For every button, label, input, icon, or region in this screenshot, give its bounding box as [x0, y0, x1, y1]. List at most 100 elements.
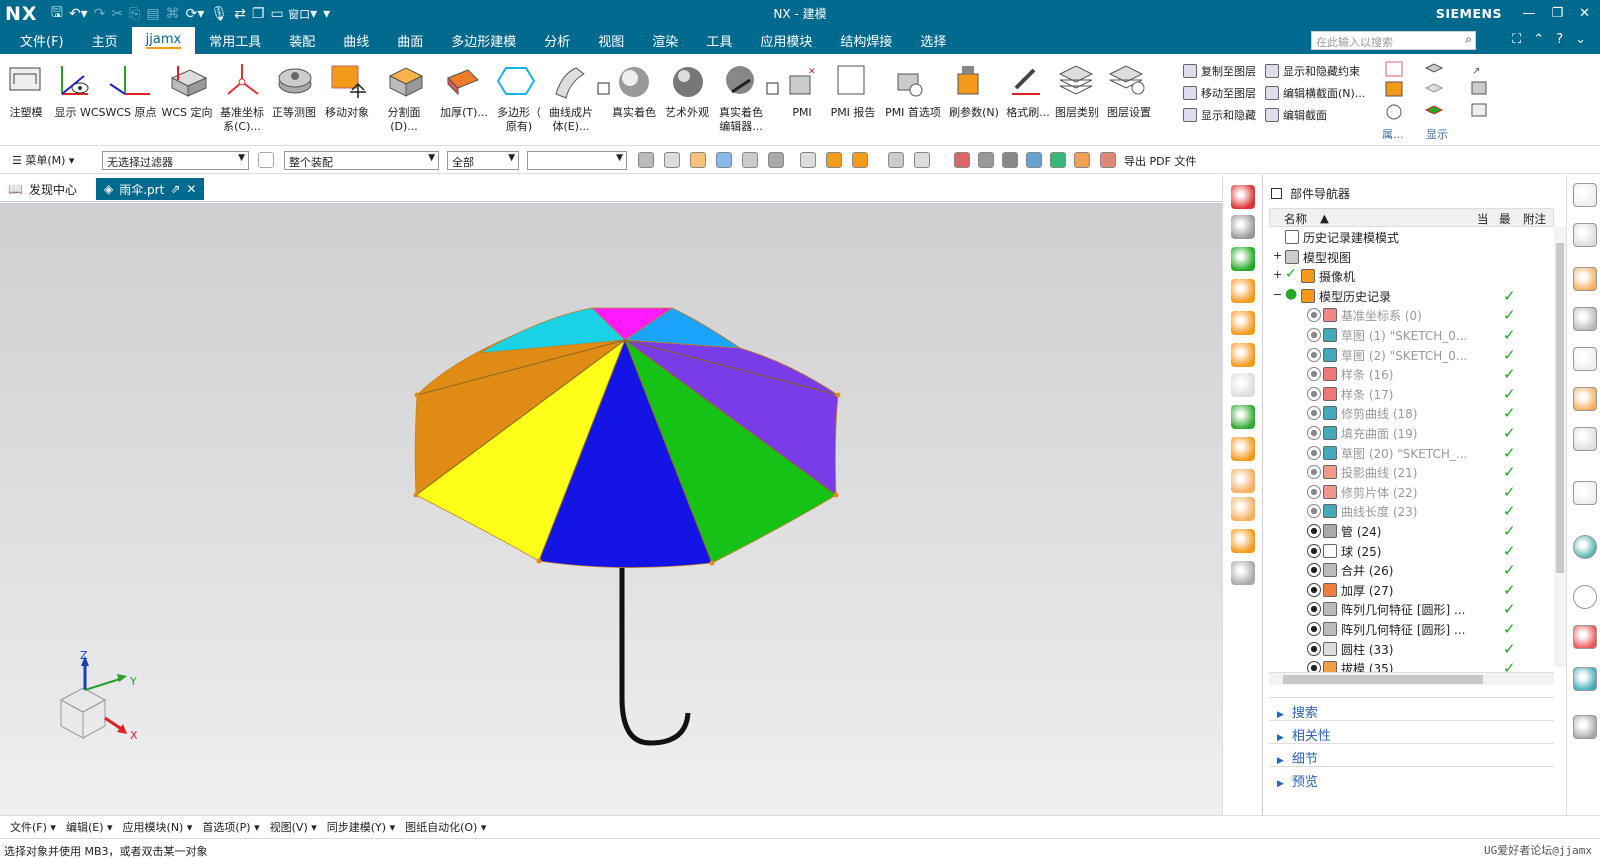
window-menu[interactable]: ▭ 窗口▾: [270, 6, 317, 22]
bottom-menu-3[interactable]: 首选项(P) ▾: [202, 819, 259, 835]
small-button-layer-1[interactable]: 移动至图层: [1183, 82, 1256, 104]
navigator-vertical-scrollbar[interactable]: [1554, 227, 1566, 667]
analysis-tool-icon-8[interactable]: [1231, 437, 1255, 461]
assembly-navigator-icon[interactable]: [1573, 223, 1597, 247]
repeat-command-icon[interactable]: ⟳▾: [186, 6, 205, 22]
minimize-icon[interactable]: —: [1522, 6, 1535, 21]
menu-item-1[interactable]: 主页: [78, 27, 132, 54]
small-button-layer-0[interactable]: 复制至图层: [1183, 60, 1256, 82]
expand-toggle-icon[interactable]: +: [1273, 268, 1282, 281]
menu-item-3[interactable]: 常用工具: [195, 27, 275, 54]
selection-tool-icon-1[interactable]: [664, 152, 680, 168]
help-icon[interactable]: ?: [1556, 32, 1563, 47]
column-latest[interactable]: 最: [1499, 211, 1511, 227]
analysis-tool-icon-5[interactable]: [1231, 343, 1255, 367]
bottom-menu-0[interactable]: 文件(F) ▾: [10, 819, 56, 835]
visibility-eye-icon[interactable]: [1307, 622, 1321, 636]
small-button-section-0[interactable]: 显示和隐藏约束: [1265, 60, 1365, 82]
visibility-eye-icon[interactable]: [1307, 445, 1321, 460]
bottom-menu-1[interactable]: 编辑(E) ▾: [66, 819, 113, 835]
menu-item-14[interactable]: 选择: [906, 27, 960, 54]
ribbon-button-9[interactable]: 多边形（ 原有): [494, 106, 544, 134]
redo-icon[interactable]: ↷: [94, 6, 106, 22]
ribbon-button-14[interactable]: PMI: [780, 106, 824, 120]
ribbon-button-1[interactable]: 显示 WCS: [54, 106, 106, 120]
tree-row[interactable]: + ✓ 摄像机: [1269, 266, 1554, 286]
ribbon-button-3[interactable]: WCS 定向: [160, 106, 214, 120]
visibility-eye-icon[interactable]: [1307, 563, 1321, 578]
tree-row[interactable]: 修剪曲线 (18) ✓: [1269, 403, 1554, 423]
analysis-tool-icon-10[interactable]: [1231, 497, 1255, 521]
analysis-tool-icon-9[interactable]: [1231, 469, 1255, 493]
tree-row[interactable]: 草图 (1) "SKETCH_0... ✓: [1269, 325, 1554, 345]
ribbon-button-5[interactable]: 正等测图: [270, 106, 318, 120]
selection-tool-icon-10[interactable]: [914, 152, 930, 168]
selection-tool-icon-9[interactable]: [888, 152, 904, 168]
ribbon-button-15[interactable]: PMI 报告: [826, 106, 880, 120]
selection-tool-icon-6[interactable]: [800, 152, 816, 168]
copy-icon[interactable]: ⎘: [129, 6, 140, 22]
snap-dropdown[interactable]: ▼: [527, 151, 627, 170]
tree-row[interactable]: 历史记录建模模式: [1269, 227, 1554, 247]
selection-tool-icon-17[interactable]: [1100, 152, 1116, 168]
small-button-layer-2[interactable]: 显示和隐藏: [1183, 104, 1256, 126]
ribbon-button-11[interactable]: 真实着色: [610, 106, 658, 120]
menu-item-12[interactable]: 应用模块: [746, 27, 826, 54]
export-pdf-button[interactable]: 导出 PDF 文件: [1124, 153, 1196, 169]
ribbon-button-17[interactable]: 刷参数(N): [946, 106, 1002, 120]
visibility-eye-icon[interactable]: [1307, 308, 1321, 323]
save-icon[interactable]: 🖫: [51, 2, 63, 26]
menu-item-0[interactable]: 文件(F): [6, 27, 78, 54]
menu-item-9[interactable]: 视图: [584, 27, 638, 54]
selection-tool-icon-7[interactable]: [826, 152, 842, 168]
selection-tool-icon-3[interactable]: [716, 152, 732, 168]
bottom-menu-5[interactable]: 同步建模(Y) ▾: [327, 819, 395, 835]
constraint-navigator-icon[interactable]: [1573, 267, 1597, 291]
menu-item-10[interactable]: 渲染: [638, 27, 692, 54]
navigator-section-1[interactable]: ▶ 相关性: [1269, 720, 1554, 744]
type-filter-dropdown[interactable]: 无选择过滤器 ▼: [102, 151, 249, 170]
web-globe-icon[interactable]: [1573, 535, 1597, 559]
umbrella-model[interactable]: [0, 203, 1222, 815]
tree-row[interactable]: 加厚 (27) ✓: [1269, 580, 1554, 600]
tree-row[interactable]: 草图 (2) "SKETCH_0... ✓: [1269, 345, 1554, 365]
restore-icon[interactable]: ❐: [1551, 6, 1563, 21]
navigator-section-0[interactable]: ▶ 搜索: [1269, 697, 1554, 721]
view-triad[interactable]: [55, 648, 165, 758]
tree-row[interactable]: 阵列几何特征 [圆形] ... ✓: [1269, 599, 1554, 619]
ribbon-button-6[interactable]: 移动对象: [322, 106, 372, 120]
menu-item-8[interactable]: 分析: [530, 27, 584, 54]
palette-icon[interactable]: [1573, 625, 1597, 649]
selection-tool-icon-0[interactable]: [638, 152, 654, 168]
selection-tool-icon-15[interactable]: [1050, 152, 1066, 168]
ribbon-button-4[interactable]: 基准坐标 系(C)...: [218, 106, 266, 134]
expand-toggle-icon[interactable]: −: [1273, 288, 1282, 301]
touch-mode-icon[interactable]: ⇄: [234, 6, 246, 22]
ribbon-button-0[interactable]: 注塑模: [8, 106, 44, 120]
pin-checkbox[interactable]: [1271, 188, 1282, 199]
tree-row[interactable]: 投影曲线 (21) ✓: [1269, 462, 1554, 482]
undo-icon[interactable]: ↶▾: [69, 6, 88, 22]
collapse-ribbon-icon[interactable]: ⌃: [1533, 32, 1544, 47]
visibility-eye-icon[interactable]: [1307, 426, 1321, 440]
tab-discovery-center[interactable]: 📖 发现中心: [0, 178, 85, 200]
analysis-tool-icon-2[interactable]: [1231, 247, 1255, 271]
ribbon-button-7[interactable]: 分割面(D)...: [374, 106, 434, 134]
main-menu-button[interactable]: ☰ 菜单(M) ▾: [12, 152, 74, 168]
ribbon-button-2[interactable]: WCS 原点: [104, 106, 158, 120]
selection-tool-icon-13[interactable]: [1002, 152, 1018, 168]
menu-item-7[interactable]: 多边形建模: [437, 27, 530, 54]
analysis-tool-icon-3[interactable]: [1231, 279, 1255, 303]
tree-row[interactable]: 填充曲面 (19) ✓: [1269, 423, 1554, 443]
selection-tool-icon-14[interactable]: [1026, 152, 1042, 168]
graphics-viewport[interactable]: Z Y X: [0, 203, 1222, 815]
small-button-section-2[interactable]: 编辑截面: [1265, 104, 1365, 126]
more-icon[interactable]: ⌄: [1575, 32, 1586, 47]
tree-row[interactable]: 合并 (26) ✓: [1269, 560, 1554, 580]
tree-row[interactable]: 修剪片体 (22) ✓: [1269, 482, 1554, 502]
navigator-section-2[interactable]: ▶ 细节: [1269, 743, 1554, 767]
ribbon-button-10[interactable]: 曲线成片 体(E)...: [547, 106, 595, 134]
visibility-eye-icon[interactable]: [1307, 465, 1321, 480]
web-browser-icon[interactable]: [1573, 481, 1597, 505]
analysis-tool-icon-12[interactable]: [1231, 561, 1255, 585]
